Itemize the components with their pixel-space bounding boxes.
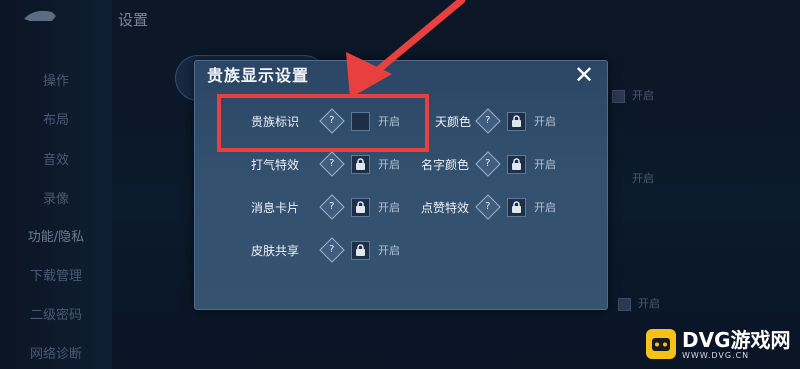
help-icon[interactable]: ? <box>475 194 501 220</box>
toggle-label: 开启 <box>632 89 654 102</box>
option-label: 消息卡片 <box>251 200 300 215</box>
sidebar-item-sound[interactable]: 音效 <box>0 149 112 168</box>
help-icon[interactable]: ? <box>319 237 345 263</box>
site-watermark: DVG游戏网 WWW.DVG.CN <box>646 322 796 366</box>
lock-icon <box>507 111 526 131</box>
option-state: 开启 <box>534 158 556 171</box>
lock-icon <box>351 154 370 174</box>
lock-icon <box>507 154 526 174</box>
lock-icon <box>507 197 526 217</box>
option-state: 开启 <box>378 201 400 214</box>
option-skin-share: 皮肤共享 ? 开启 <box>251 237 400 263</box>
option-label: 名字颜色 <box>421 157 470 172</box>
help-icon[interactable]: ? <box>475 108 501 134</box>
option-state: 开启 <box>378 244 400 257</box>
lock-icon <box>351 240 370 260</box>
bg-toggle-1[interactable]: 开启 <box>612 87 654 103</box>
option-state: 开启 <box>378 158 400 171</box>
checkbox[interactable] <box>612 89 625 103</box>
watermark-url: WWW.DVG.CN <box>682 350 750 360</box>
sidebar-item-privacy[interactable]: 功能/隐私 <box>0 226 112 245</box>
sidebar-item-operation[interactable]: 操作 <box>0 70 112 89</box>
option-cheer-effect: 打气特效 ? 开启 <box>251 151 400 177</box>
option-name-color: 名字颜色 ? 开启 <box>421 151 556 177</box>
bg-toggle-3: 开启 <box>632 170 654 186</box>
sidebar-item-replay[interactable]: 录像 <box>0 188 112 207</box>
option-label: 皮肤共享 <box>251 243 300 258</box>
lock-icon <box>351 197 370 217</box>
sidebar-item-network-diagnosis[interactable]: 网络诊断 <box>0 343 112 362</box>
option-state: 开启 <box>534 201 556 214</box>
option-chat-color: 天颜色 ? 开启 <box>435 108 556 134</box>
checkbox[interactable] <box>618 297 631 311</box>
dialog-title: 贵族显示设置 <box>207 66 310 85</box>
close-icon[interactable]: ✕ <box>571 62 597 88</box>
bg-toggle-2[interactable]: 开启 <box>618 295 660 311</box>
option-label: 天颜色 <box>435 114 472 129</box>
back-icon[interactable] <box>22 8 58 24</box>
highlight-rectangle <box>217 94 429 152</box>
watermark-title: DVG游戏网 <box>682 327 791 352</box>
option-message-card: 消息卡片 ? 开启 <box>251 194 400 220</box>
help-icon[interactable]: ? <box>319 151 345 177</box>
gamepad-icon <box>646 329 676 359</box>
help-icon[interactable]: ? <box>475 151 501 177</box>
sidebar-item-downloads[interactable]: 下载管理 <box>0 265 112 284</box>
option-label: 点赞特效 <box>421 200 470 215</box>
option-label: 打气特效 <box>251 157 300 172</box>
option-like-effect: 点赞特效 ? 开启 <box>421 194 556 220</box>
toggle-label: 开启 <box>632 172 654 185</box>
sidebar-item-layout[interactable]: 布局 <box>0 109 112 128</box>
toggle-label: 开启 <box>638 297 660 310</box>
page-title: 设置 <box>118 11 149 29</box>
option-state: 开启 <box>534 115 556 128</box>
help-icon[interactable]: ? <box>319 194 345 220</box>
sidebar-item-secondary-password[interactable]: 二级密码 <box>0 304 112 323</box>
